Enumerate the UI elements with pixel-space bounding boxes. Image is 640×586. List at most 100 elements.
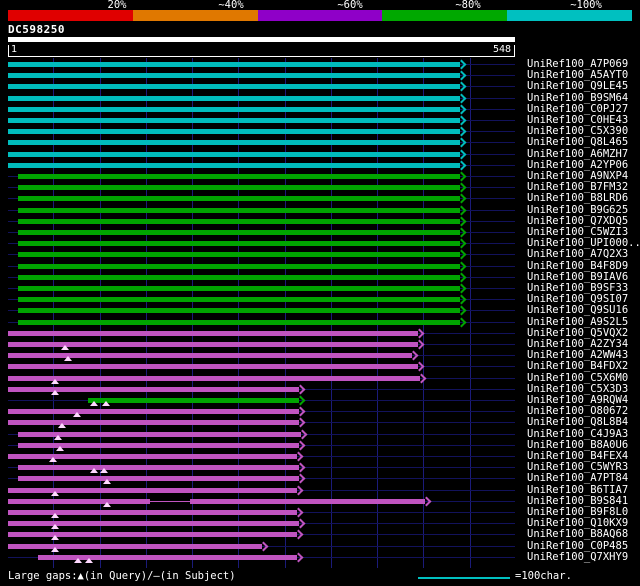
hit-arrowhead-icon [295,462,306,473]
hit-label[interactable]: UniRef100_B4F8D9 [527,260,628,272]
hit-bar-segment[interactable] [8,129,461,135]
query-gap-marker-icon [51,378,60,384]
hit-bar-segment[interactable] [8,118,461,123]
query-gap-marker-icon [51,513,60,518]
query-gap-marker-icon [103,479,111,485]
query-gap-marker-icon [90,468,98,474]
hit-bar-segment[interactable] [8,375,420,381]
key-color-segment [257,10,383,21]
hit-bar-segment[interactable] [18,476,300,482]
hit-label[interactable]: UniRef100_A9S2L5 [527,316,628,328]
query-gap-marker-icon [51,389,60,395]
hit-label[interactable]: UniRef100_A7PT84 [527,473,628,484]
query-id: DC598250 [8,23,65,36]
query-gap-marker-icon [51,535,60,541]
key-color-segment [382,10,508,21]
hit-bar-segment[interactable] [18,252,461,258]
query-gap-marker-icon [84,557,93,563]
hit-bar-segment[interactable] [18,308,461,314]
hit-label[interactable]: UniRef100_Q8L8B4 [527,417,628,428]
hit-arrowhead-icon [456,283,467,294]
hit-bar-segment[interactable] [8,342,418,347]
hit-arrowhead-icon [456,70,467,81]
hit-arrowhead-icon [293,529,304,540]
query-gap-marker-icon [51,490,60,496]
hit-label[interactable]: UniRef100_B4FDX2 [527,361,628,372]
hit-arrowhead-icon [456,249,467,260]
hit-bar-segment[interactable] [18,218,461,224]
hit-bar-segment[interactable] [8,62,461,67]
hit-arrowhead-icon [456,115,467,126]
query-gap-marker-icon [51,546,60,552]
hit-bar-segment[interactable] [8,151,461,157]
hit-bar-segment[interactable] [8,543,262,549]
hit-arrowhead-icon [456,104,467,115]
hit-arrowhead-icon [456,305,467,316]
hit-arrowhead-icon [456,126,467,137]
hit-bar-segment[interactable] [8,420,300,426]
hit-bar-segment[interactable] [18,241,461,247]
key-color-segment [132,10,258,21]
query-gap-marker-icon [90,401,98,406]
hit-label[interactable]: UniRef100_C4J9A3 [527,428,628,440]
hit-label[interactable]: UniRef100_B6TIA7 [527,484,628,496]
hit-bar-segment[interactable] [8,95,461,101]
hit-bar-segment[interactable] [190,498,426,504]
hit-label[interactable]: UniRef100_Q9SU16 [527,305,628,316]
hit-label[interactable]: UniRef100_B9G625 [527,204,628,216]
hit-bar-segment[interactable] [8,498,150,504]
hit-bar-segment[interactable] [18,207,461,213]
hit-bar-segment[interactable] [18,196,461,202]
scale-ruler-line [417,577,510,579]
hit-bar-segment[interactable] [18,319,461,325]
hit-bar-segment[interactable] [87,398,300,403]
hit-bar-segment[interactable] [18,297,461,303]
hit-arrowhead-icon [295,440,306,451]
hit-label[interactable]: UniRef100_A6MZH7 [527,148,628,160]
hit-bar-segment[interactable] [8,84,461,90]
hit-bar-segment[interactable] [8,140,461,146]
ruler-end-label: 548 [493,44,512,55]
hit-bar-segment[interactable] [8,73,461,79]
hit-arrowhead-icon [456,137,467,148]
hit-arrowhead-icon [456,193,467,204]
hit-arrowhead-icon [456,227,467,238]
hit-bar-segment[interactable] [8,330,418,336]
hit-arrowhead-icon [456,171,467,182]
key-percent-label: ~60% [337,0,363,11]
hit-arrowhead-icon [408,350,419,361]
hit-arrowhead-icon [456,272,467,283]
key-percent-label: ~40% [218,0,244,11]
hit-label[interactable]: UniRef100_Q9LE45 [527,81,628,92]
query-gap-marker-icon [61,345,70,350]
similarity-overview-screen: { "header": { "key_labels": ["20%", "~40… [0,0,640,586]
hit-bar-segment[interactable] [18,185,461,191]
ruler-start-label: 1 [11,44,18,55]
hit-bar-segment[interactable] [18,263,461,269]
hit-bar-segment[interactable] [8,409,300,415]
hit-bar-segment[interactable] [18,274,461,280]
hit-bar-segment[interactable] [8,106,461,112]
hit-label[interactable]: UniRef100_Q7XHY9 [527,551,628,563]
hit-label[interactable]: UniRef100_C5X6M0 [527,372,628,384]
hit-bar-segment[interactable] [8,364,418,370]
hit-label[interactable]: UniRef100_A7Q2X3 [527,249,628,260]
hit-label[interactable]: UniRef100_B9SM64 [527,92,628,104]
hit-arrowhead-icon [295,395,306,406]
hit-label[interactable]: UniRef100_Q8L465 [527,137,628,148]
hit-bar-gap-segment[interactable] [149,500,191,502]
hit-bar-segment[interactable] [18,465,300,471]
key-color-segment [507,10,632,21]
hit-bar-segment[interactable] [8,162,461,168]
key-percent-label: ~100% [570,0,602,11]
hit-bar-segment[interactable] [18,174,461,179]
query-gap-marker-icon [49,457,58,462]
hit-label[interactable]: UniRef100_C0P485 [527,540,628,552]
hit-label[interactable]: UniRef100_B8LRD6 [527,193,628,204]
query-gap-marker-icon [51,524,60,530]
hit-bar-segment[interactable] [18,230,461,235]
hit-bar-segment[interactable] [18,286,461,291]
hit-label[interactable]: UniRef100_B8AQ68 [527,529,628,540]
query-gap-marker-icon [55,445,64,451]
key-percent-label: 20% [107,0,127,11]
